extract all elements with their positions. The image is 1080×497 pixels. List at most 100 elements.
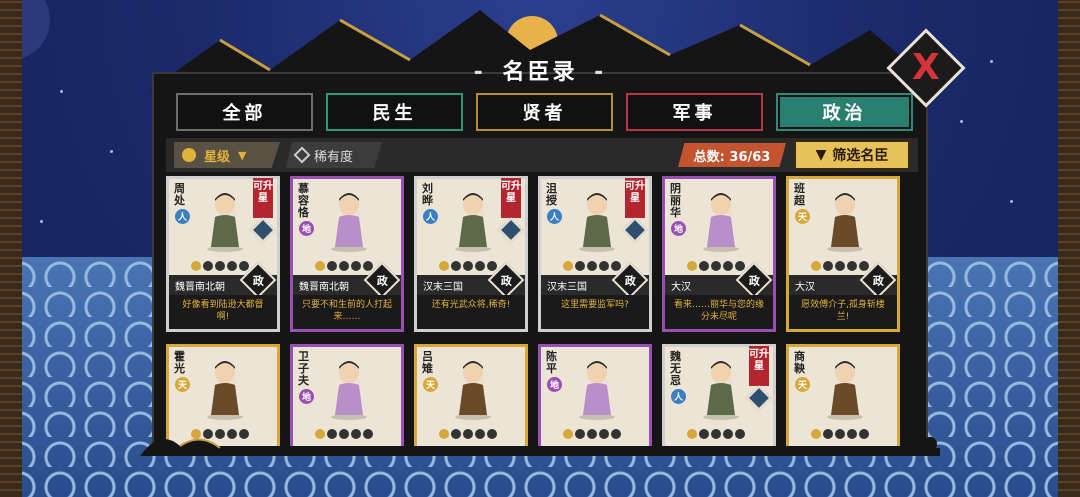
role-label: 政 [624,274,636,287]
star-icon [575,261,585,271]
star-icon [847,261,857,271]
rarity-tier-badge: 人 [175,209,190,224]
rarity-tier-badge: 地 [671,221,686,236]
upgrade-badge-icon [498,217,524,243]
minister-portrait-icon [579,361,615,420]
tab-sage[interactable]: 贤者 [476,93,613,131]
star-icon [811,261,821,271]
rarity-tier-badge: 天 [423,377,438,392]
minister-portrait-icon [827,361,863,420]
star-icon [699,261,709,271]
minister-quote: 好像看到陆逊大都督啊! [169,295,277,329]
minister-card[interactable]: 慕容恪地魏晋南北朝政只要不和生前的人打起来…… [290,176,404,332]
star-icon [191,261,201,271]
minister-card[interactable]: 阴丽华地大汉政看来……丽华与您的缘分未尽呢 [662,176,776,332]
minister-card[interactable]: 刘晔人可升星 汉末三国政还有光武众将,稀奇! [414,176,528,332]
star-icon [203,261,213,271]
rarity-tier-badge: 天 [795,377,810,392]
minister-portrait-icon [455,193,491,252]
star-icon [611,261,621,271]
minister-name: 慕容恪 [298,182,309,219]
cloud-ornament-bottom [140,429,940,456]
star-icon [835,261,845,271]
filter-bar: 星级 ▼ 稀有度 总数: 36/63 ▼ 筛选名臣 [166,138,918,172]
star-rating [439,261,497,271]
tab-all[interactable]: 全部 [176,93,313,131]
upgrade-badge-icon [622,217,648,243]
star-icon [239,261,249,271]
star-icon [859,261,869,271]
minister-portrait-icon [331,193,367,252]
upgrade-star-tag: 可升星 [749,346,769,386]
upgrade-star-tag: 可升星 [501,178,521,218]
rarity-tier-badge: 人 [423,209,438,224]
rarity-tier-badge: 天 [175,377,190,392]
minister-quote: 只要不和生前的人打起来…… [293,295,401,329]
diamond-icon [293,146,311,164]
rarity-filter[interactable]: 稀有度 [286,142,382,168]
star-rating [811,261,869,271]
tab-military[interactable]: 军事 [626,93,763,131]
minister-quote: 看来……丽华与您的缘分未尽呢 [665,295,773,329]
star-icon [711,261,721,271]
rarity-tier-badge: 地 [547,377,562,392]
minister-name: 霍光 [174,350,185,375]
rarity-tier-badge: 地 [299,221,314,236]
role-label: 政 [748,274,760,287]
upgrade-star-tag: 可升星 [625,178,645,218]
star-level-dropdown[interactable]: 星级 ▼ [174,142,280,168]
star-icon [339,261,349,271]
star-icon [599,261,609,271]
flower-icon [182,148,196,162]
star-icon [687,261,697,271]
star-rating [687,261,745,271]
star-rating [315,261,373,271]
minister-quote: 这里需要监军吗? [541,295,649,329]
rarity-tier-badge: 人 [671,389,686,404]
star-icon [215,261,225,271]
minister-card[interactable]: 班超天大汉政愿效傅介子,孤身斩楼兰! [786,176,900,332]
rarity-tier-badge: 地 [299,389,314,404]
caret-down-icon: ▼ [238,148,247,162]
rarity-tier-badge: 人 [547,209,562,224]
minister-name: 周处 [174,182,185,207]
close-icon: X [912,46,940,88]
tab-livelihood[interactable]: 民生 [326,93,463,131]
title-text: 名臣录 [502,60,578,85]
minister-card[interactable]: 周处人可升星 魏晋南北朝政好像看到陆逊大都督啊! [166,176,280,332]
star-icon [439,261,449,271]
total-count-badge: 总数: 36/63 [678,143,786,167]
role-label: 政 [500,274,512,287]
star-icon [487,261,497,271]
star-icon [363,261,373,271]
minister-name: 沮授 [546,182,557,207]
star-icon [451,261,461,271]
minister-portrait-icon [827,193,863,252]
minister-name: 吕雉 [422,350,433,375]
role-label: 政 [252,274,264,287]
star-icon [563,261,573,271]
upgrade-badge-icon [746,385,772,411]
minister-name: 魏无忌 [670,350,681,387]
funnel-icon: ▼ [815,147,827,163]
star-icon [587,261,597,271]
filter-ministers-button[interactable]: ▼ 筛选名臣 [794,140,910,170]
minister-name: 卫子夫 [298,350,309,387]
minister-name: 商鞅 [794,350,805,375]
star-icon [227,261,237,271]
star-icon [463,261,473,271]
upgrade-star-tag: 可升星 [253,178,273,218]
minister-portrait-icon [207,361,243,420]
role-label: 政 [376,274,388,287]
star-icon [823,261,833,271]
tab-politics[interactable]: 政治 [776,93,913,131]
minister-card[interactable]: 沮授人可升星 汉末三国政这里需要监军吗? [538,176,652,332]
minister-portrait-icon [703,361,739,420]
minister-portrait-icon [703,193,739,252]
minister-portrait-icon [207,193,243,252]
star-rating [191,261,249,271]
minister-card-grid: 周处人可升星 魏晋南北朝政好像看到陆逊大都督啊! 慕容恪地魏晋南北朝政只要不和生前的… [166,176,906,446]
minister-quote: 还有光武众将,稀奇! [417,295,525,329]
rarity-tier-badge: 天 [795,209,810,224]
star-icon [351,261,361,271]
